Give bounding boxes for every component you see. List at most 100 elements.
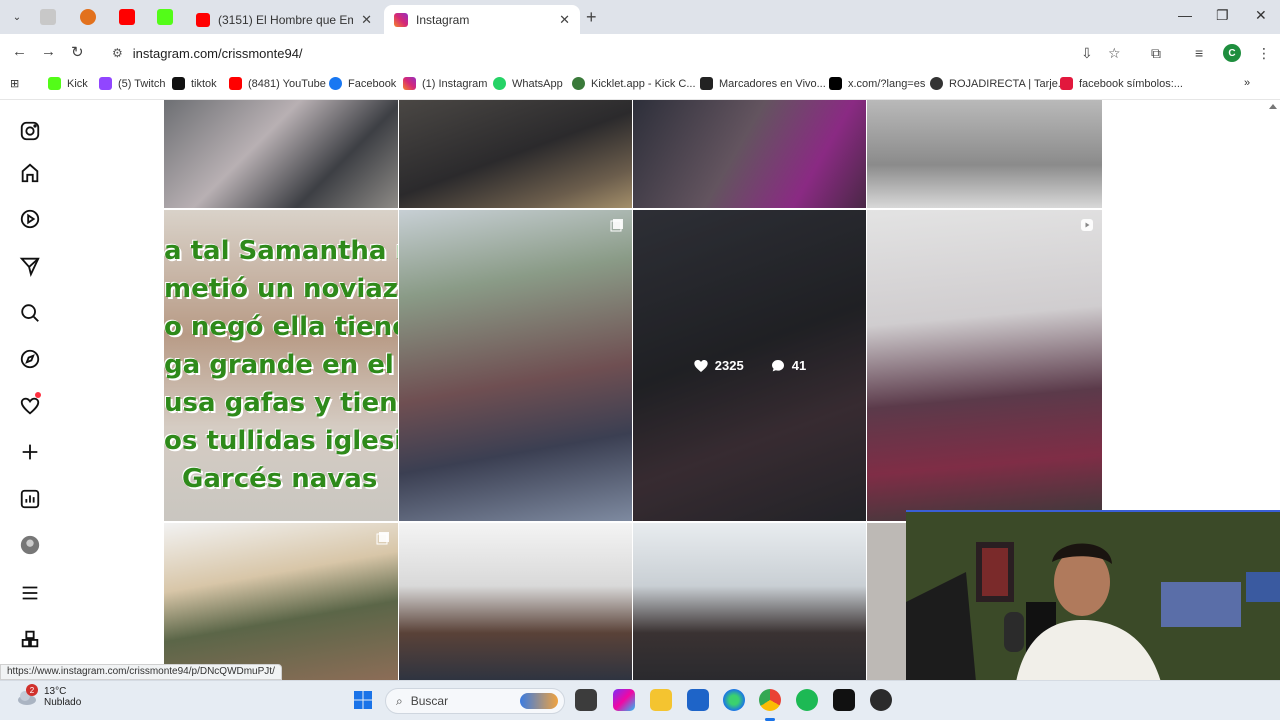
bookmark-kicklet[interactable]: Kicklet.app - Kick C... [572,77,696,90]
reels-icon[interactable] [19,208,41,230]
meme-line: usa gafas y tiene [164,388,398,418]
pinned-tab-2[interactable] [80,9,96,25]
tab-instagram[interactable]: Instagram ✕ [384,5,580,34]
pinned-tab-youtube[interactable] [119,9,135,25]
post-tile[interactable] [164,523,398,680]
likes-count: 2325 [714,358,744,373]
install-app-icon[interactable]: ⇩ [1081,45,1093,62]
address-bar[interactable]: ⚙ instagram.com/crissmonte94/ [100,39,1140,67]
more-bookmarks-icon[interactable]: » [1244,77,1250,89]
instagram-sidebar [0,100,62,680]
instagram-icon [394,12,408,27]
post-tile[interactable] [867,100,1102,208]
media-control-icon[interactable]: ≡ [1195,45,1203,61]
post-hover-overlay: 2325 41 [633,210,866,521]
post-tile[interactable] [399,523,632,680]
notifications-heart-icon[interactable] [19,392,41,417]
post-tile[interactable] [867,210,1102,521]
bookmark-label: Kicklet.app - Kick C... [591,77,696,90]
copilot-icon[interactable] [613,689,635,711]
close-tab-icon[interactable]: ✕ [361,12,372,28]
menu-icon[interactable]: ⋮ [1257,45,1271,62]
tab-search-button[interactable]: ⌄ [6,7,28,27]
bookmark-whatsapp[interactable]: WhatsApp [493,77,563,90]
whatsapp-icon [493,77,506,90]
page-scrollbar[interactable] [1266,100,1280,510]
x-icon [829,77,842,90]
edge-icon[interactable] [723,689,745,711]
meme-line: metió un noviazg [164,274,398,304]
bookmark-youtube[interactable]: (8481) YouTube [229,77,326,90]
pinned-tab-1[interactable] [40,9,56,25]
twitch-icon [99,77,112,90]
microsoft-store-icon[interactable] [687,689,709,711]
more-menu-icon[interactable] [19,582,41,604]
extensions-icon[interactable]: ⧉ [1151,45,1161,62]
close-window-button[interactable]: ✕ [1255,7,1267,24]
dashboard-icon[interactable] [19,488,41,510]
bookmark-label: Marcadores en Vivo... [719,77,826,90]
tiktok-icon[interactable] [833,689,855,711]
post-tile[interactable] [399,210,632,521]
obs-icon[interactable] [870,689,892,711]
profile-avatar[interactable]: C [1223,44,1241,62]
chrome-icon[interactable] [759,689,781,711]
scroll-up-icon [1269,104,1277,109]
back-button[interactable]: ← [12,43,27,60]
url-text: instagram.com/crissmonte94/ [132,45,303,61]
site-info-icon[interactable]: ⚙ [112,46,123,60]
file-app-icon[interactable] [575,689,597,711]
create-icon[interactable] [19,441,41,463]
post-tile[interactable] [633,523,866,680]
bookmark-twitch[interactable]: (5) Twitch [99,77,165,90]
bookmark-star-icon[interactable]: ☆ [1108,45,1121,62]
bookmark-facebook[interactable]: Facebook [329,77,396,90]
minimize-button[interactable]: — [1178,7,1192,23]
new-tab-button[interactable]: + [586,7,597,28]
explore-icon[interactable] [19,348,41,370]
tab-youtube[interactable]: (3151) El Hombre que Embarazó ✕ [186,5,382,34]
bookmark-facebook-simbolos[interactable]: facebook símbolos:... [1060,77,1183,90]
bookmark-x[interactable]: x.com/?lang=es [829,77,925,90]
home-icon[interactable] [19,162,41,184]
close-tab-icon[interactable]: ✕ [559,12,570,28]
bookmark-rojadirecta[interactable]: ROJADIRECTA | Tarje... [930,77,1067,90]
bookmark-instagram[interactable]: (1) Instagram [403,77,487,90]
post-tile-meme[interactable]: a tal Samantha r metió un noviazg o negó… [164,210,398,521]
instagram-logo-icon[interactable] [19,120,41,142]
bookmark-label: (1) Instagram [422,77,488,90]
bookmark-label: (5) Twitch [118,77,166,90]
rojadirecta-icon [930,77,943,90]
temperature-text: 13°C [44,686,67,697]
forward-button[interactable]: → [41,43,56,60]
cloud-icon: 2 [16,684,38,708]
bookmark-tiktok[interactable]: tiktok [172,77,217,90]
post-tile[interactable] [399,100,632,208]
restore-button[interactable]: ❐ [1216,7,1229,24]
comment-icon [771,359,784,371]
weather-widget[interactable]: 2 13°C Nublado [16,684,82,708]
post-tile[interactable] [164,100,398,208]
apps-icon[interactable]: ⊞ [10,77,19,90]
post-tile-hovered[interactable]: 2325 41 [633,210,866,521]
bookmark-label: facebook símbolos:... [1079,77,1183,90]
also-from-meta-icon[interactable] [19,628,41,650]
taskbar-search[interactable]: ⌕ Buscar [385,688,565,714]
post-tile[interactable] [633,100,866,208]
weather-alert-badge: 2 [26,684,38,696]
kicklet-icon [572,77,585,90]
comments-count: 41 [791,358,807,373]
spotify-icon[interactable] [796,689,818,711]
messages-icon[interactable] [19,255,41,277]
file-explorer-icon[interactable] [650,689,672,711]
profile-avatar-icon[interactable] [19,534,41,556]
instagram-icon [403,77,416,90]
search-icon[interactable] [19,302,41,324]
bookmark-marcadores[interactable]: Marcadores en Vivo... [700,77,826,90]
windows-start-icon[interactable] [352,689,374,711]
reel-icon [1081,219,1093,231]
bookmark-kick[interactable]: Kick [48,77,88,90]
weather-condition-text: Nublado [44,697,82,708]
reload-button[interactable]: ↻ [71,43,84,61]
pinned-tab-kick[interactable] [157,9,173,25]
